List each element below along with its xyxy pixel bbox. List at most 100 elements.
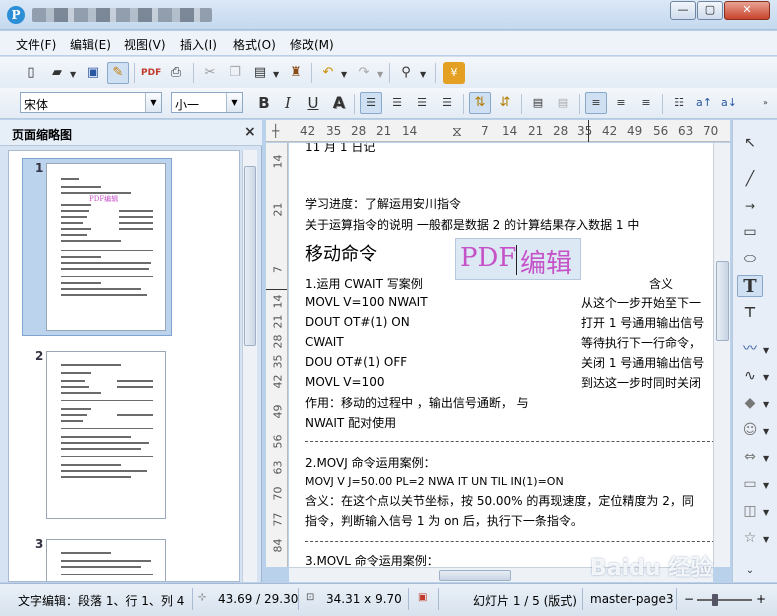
chevron-down-icon[interactable]: ▼ <box>763 508 769 517</box>
rectangle-tool-icon[interactable]: ▭ <box>737 221 763 243</box>
thumbnail-page-2[interactable] <box>46 351 166 519</box>
chevron-down-icon[interactable]: ▼ <box>273 70 279 79</box>
menu-edit[interactable]: 编辑(E) <box>70 36 111 53</box>
close-icon[interactable]: × <box>244 124 256 140</box>
chevron-down-icon[interactable]: ▼ <box>763 481 769 490</box>
stars-icon[interactable]: ☆ <box>737 527 763 549</box>
chevron-down-icon[interactable]: ▼ <box>763 373 769 382</box>
scrollbar-thumb[interactable] <box>439 570 511 581</box>
format-paintbrush-icon[interactable]: ♜ <box>285 62 307 84</box>
thumbnail-page-3[interactable] <box>46 539 166 581</box>
font-size-select[interactable]: 小一 ▼ <box>171 92 243 113</box>
menu-view[interactable]: 视图(V) <box>124 36 166 53</box>
chevron-down-icon[interactable]: ▼ <box>763 346 769 355</box>
find-icon[interactable]: ⚲ <box>395 62 417 84</box>
zoom-out-button[interactable]: − <box>684 592 694 606</box>
font-shrink-icon[interactable]: a↓ <box>718 92 740 114</box>
align-right-icon[interactable]: ☰ <box>411 92 433 114</box>
line-spacing-half-icon[interactable]: ≡ <box>610 92 632 114</box>
scrollbar-thumb[interactable] <box>244 166 256 346</box>
maximize-button[interactable]: ▢ <box>697 1 723 20</box>
chevron-down-icon[interactable]: ▼ <box>70 70 76 79</box>
ruler-tick: 84 <box>271 538 285 553</box>
toolbar-separator <box>354 94 355 114</box>
underline-button[interactable]: U <box>302 92 324 114</box>
toolbar-separator <box>521 94 522 114</box>
new-document-icon[interactable]: ▯ <box>20 62 42 84</box>
zoom-slider[interactable] <box>697 599 752 601</box>
italic-button[interactable]: I <box>277 92 299 114</box>
basic-shapes-icon[interactable]: ◆ <box>737 392 763 414</box>
undo-icon[interactable]: ↶ <box>317 62 339 84</box>
connector-tool-icon[interactable]: ∿ <box>737 365 763 387</box>
cut-icon[interactable]: ✂ <box>199 62 221 84</box>
line-spacing-double-icon[interactable]: ≡ <box>635 92 657 114</box>
align-justify-icon[interactable]: ☰ <box>436 92 458 114</box>
thumbnail-page-1[interactable]: PDF编辑 <box>46 163 166 331</box>
pdf-edit-textbox[interactable]: PDF 编辑 <box>455 238 581 280</box>
document-page[interactable]: 11 月 1 日记 学习进度：了解运用安川指令 关于运算指令的说明 一般都是数据… <box>289 143 713 567</box>
chevron-down-icon[interactable]: ▼ <box>763 535 769 544</box>
align-center-icon[interactable]: ☰ <box>386 92 408 114</box>
block-arrows-icon[interactable]: ⇔ <box>737 446 763 468</box>
text-tool-icon[interactable]: T <box>737 275 763 297</box>
doc-line-cut: 11 月 1 日记 <box>305 143 376 154</box>
flowchart-icon[interactable]: ▭ <box>737 473 763 495</box>
zoom-slider-thumb[interactable] <box>712 594 718 606</box>
outdent-icon[interactable]: ▤ <box>552 92 574 114</box>
select-pointer-icon[interactable]: ↖ <box>737 132 763 154</box>
chevron-down-icon[interactable]: ▼ <box>145 93 161 112</box>
list-icon[interactable]: ☷ <box>668 92 690 114</box>
callout-icon[interactable]: ◫ <box>737 500 763 522</box>
doc-case2-code: MOVJ V J=50.00 PL=2 NWA IT UN TIL IN(1)=… <box>305 475 564 488</box>
chevron-down-icon[interactable]: ▼ <box>341 70 347 79</box>
font-grow-icon[interactable]: a↑ <box>693 92 715 114</box>
menu-file[interactable]: 文件(F) <box>16 36 56 53</box>
close-button[interactable]: ✕ <box>724 1 770 20</box>
zoom-in-button[interactable]: + <box>756 592 766 606</box>
indent-icon[interactable]: ▤ <box>527 92 549 114</box>
export-pdf-icon[interactable]: PDF <box>140 62 162 84</box>
menu-modify[interactable]: 修改(M) <box>290 36 334 53</box>
save-icon[interactable]: ▣ <box>82 62 104 84</box>
edit-mode-icon[interactable]: ✎ <box>107 62 129 84</box>
toolbar-overflow-icon[interactable]: » <box>763 98 768 107</box>
toolbar-more-icon[interactable]: ⌄ <box>737 560 763 582</box>
line-spacing-single-icon[interactable]: ≡ <box>585 92 607 114</box>
align-left-icon[interactable]: ☰ <box>360 92 382 114</box>
thumbnail-scrollbar[interactable] <box>242 150 257 582</box>
indent-marker[interactable]: ⧖ <box>452 124 462 140</box>
vertical-text-tool-icon[interactable]: ⊤ <box>737 302 763 324</box>
chevron-down-icon[interactable]: ▼ <box>763 454 769 463</box>
bold-button[interactable]: B <box>253 92 275 114</box>
arrow-tool-icon[interactable]: → <box>737 195 763 217</box>
chevron-down-icon[interactable]: ▼ <box>763 427 769 436</box>
status-separator <box>438 588 439 610</box>
text-direction-vertical-icon[interactable]: ⇵ <box>494 92 516 114</box>
menu-insert[interactable]: 插入(I) <box>180 36 217 53</box>
chevron-down-icon[interactable]: ▼ <box>420 70 426 79</box>
app-logo-icon: P <box>7 6 25 24</box>
doc-code-line: DOU OT#(1) OFF <box>305 355 408 369</box>
scrollbar-thumb[interactable] <box>716 261 729 341</box>
text-direction-icon[interactable]: ⇅ <box>469 92 491 114</box>
chevron-down-icon[interactable]: ▼ <box>377 70 383 79</box>
font-name-select[interactable]: 宋体 ▼ <box>20 92 162 113</box>
line-tool-icon[interactable]: ╱ <box>737 168 763 190</box>
copy-icon[interactable]: ❐ <box>224 62 246 84</box>
open-folder-icon[interactable]: ▰ <box>46 62 68 84</box>
freehand-tool-icon[interactable]: 〰 <box>737 338 763 360</box>
coin-icon[interactable]: ¥ <box>443 62 465 84</box>
print-icon[interactable]: ⎙ <box>165 62 187 84</box>
chevron-down-icon[interactable]: ▼ <box>226 93 242 112</box>
paste-icon[interactable]: ▤ <box>249 62 271 84</box>
minimize-button[interactable]: — <box>670 1 696 20</box>
document-vertical-scrollbar[interactable] <box>713 143 730 567</box>
shadow-button[interactable]: A <box>328 92 350 114</box>
menu-format[interactable]: 格式(O) <box>233 36 276 53</box>
redo-icon[interactable]: ↷ <box>353 62 375 84</box>
panel-header: 页面缩略图 × <box>0 120 262 146</box>
symbol-shapes-icon[interactable]: ☺ <box>737 419 763 441</box>
ellipse-tool-icon[interactable]: ⬭ <box>737 248 763 270</box>
chevron-down-icon[interactable]: ▼ <box>763 400 769 409</box>
